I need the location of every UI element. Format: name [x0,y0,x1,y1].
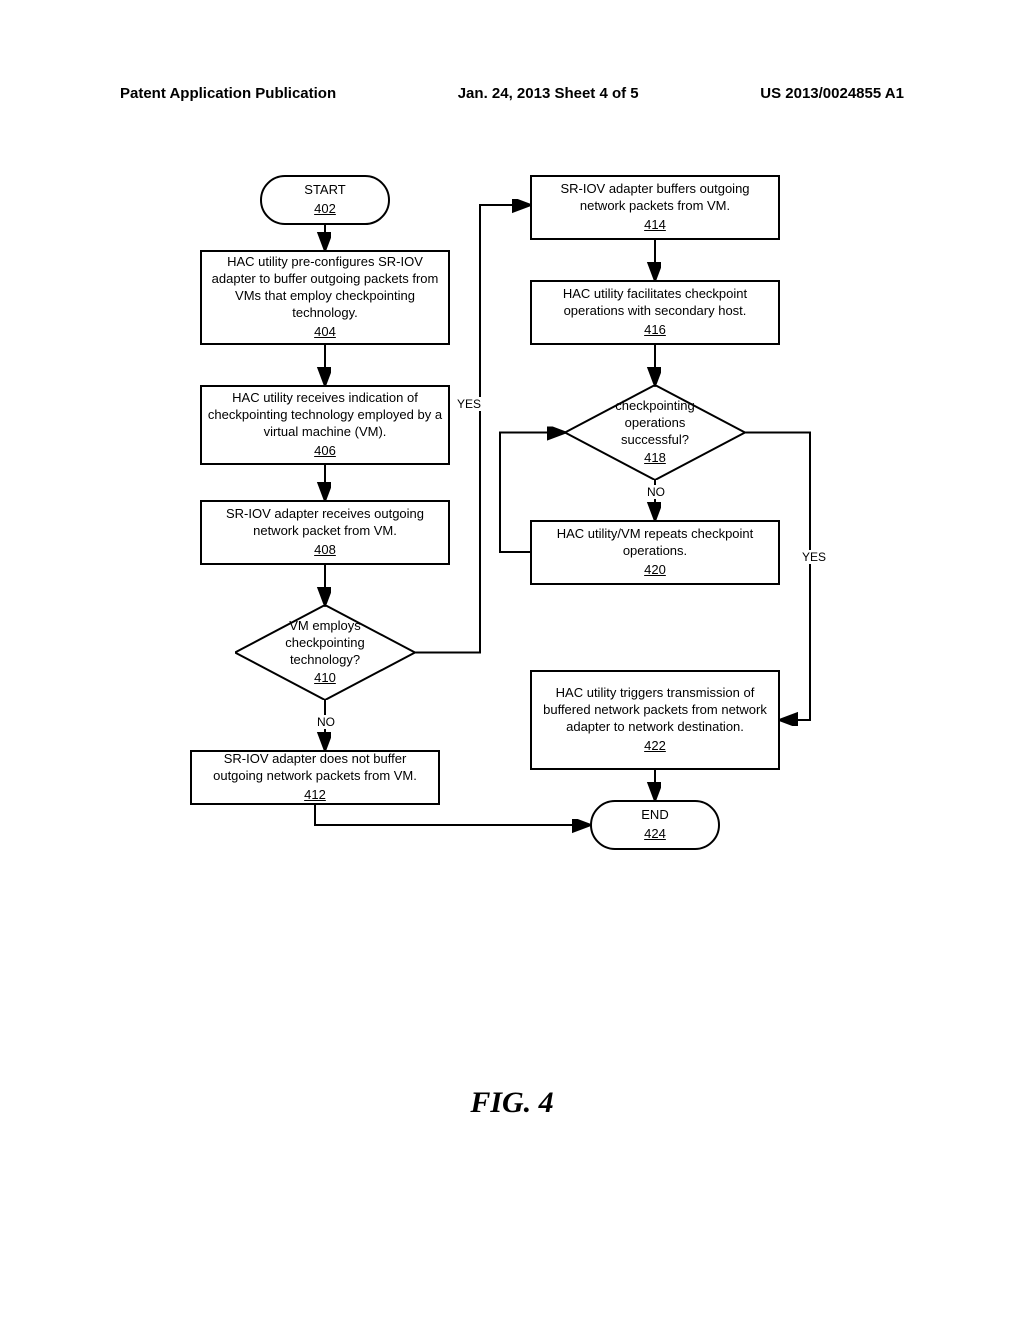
label-no-410: NO [315,715,337,729]
header-left: Patent Application Publication [120,85,336,102]
arrows [160,175,860,975]
header-right: US 2013/0024855 A1 [760,85,904,102]
figure-label: FIG. 4 [470,1086,553,1120]
label-yes-418: YES [800,550,828,564]
header-center: Jan. 24, 2013 Sheet 4 of 5 [458,85,639,102]
label-yes-410: YES [455,397,483,411]
flowchart: START 402 HAC utility pre-configures SR-… [160,175,860,975]
label-no-418: NO [645,485,667,499]
